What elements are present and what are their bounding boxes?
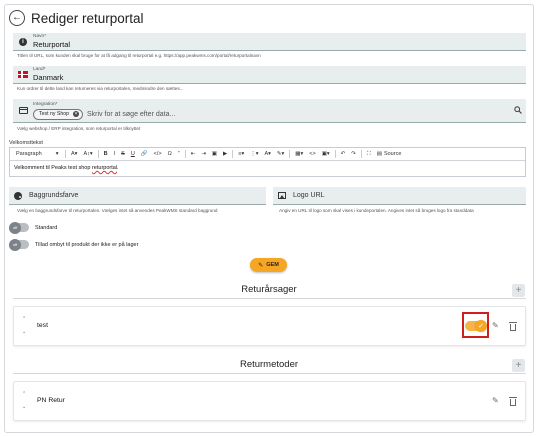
move-up-icon[interactable]: ⌃ xyxy=(22,391,26,397)
card-icon xyxy=(18,107,28,114)
return-reasons-title: Returårsager xyxy=(241,284,297,295)
table-icon[interactable]: ▦▾ xyxy=(292,151,306,157)
pencil-icon: ✎ xyxy=(258,262,264,269)
redo-icon[interactable]: ↷ xyxy=(348,151,359,157)
underline-icon[interactable]: U xyxy=(128,151,138,157)
name-field-value: Returportal xyxy=(33,40,71,49)
info-icon: i xyxy=(19,37,27,46)
logo-url-field[interactable]: Logo URL xyxy=(273,187,526,205)
editor-content[interactable]: Velkomment til Peaks test shop returport… xyxy=(10,161,525,175)
integration-field-hint: Vælg webshop / ERP integration, som retu… xyxy=(17,126,141,131)
toggle-standard[interactable]: off Standard xyxy=(9,221,58,234)
integration-chip[interactable]: Test ny Shop ✕ xyxy=(33,108,83,120)
plus-icon: + xyxy=(515,360,522,371)
country-field[interactable]: Land* Danmark xyxy=(13,66,526,84)
link-icon[interactable]: 🔗 xyxy=(138,151,151,157)
return-method-label: PN Retur xyxy=(37,397,65,404)
list-icon[interactable]: ⋮▾ xyxy=(247,151,261,157)
text-color-icon[interactable]: A▾ xyxy=(261,151,273,157)
return-methods-title: Returmetoder xyxy=(239,359,299,370)
palette-icon xyxy=(14,191,22,200)
check-icon: ✓ xyxy=(475,319,487,332)
indent-increase-icon[interactable]: ⇥ xyxy=(198,151,209,157)
denmark-flag-icon xyxy=(18,71,28,78)
media-insert-icon[interactable]: ▶ xyxy=(220,151,230,157)
quote-icon[interactable]: ” xyxy=(175,151,183,157)
chip-remove-icon[interactable]: ✕ xyxy=(73,111,79,117)
toggle-allow-swap[interactable]: off Tillad ombyt til produkt der ikke er… xyxy=(9,238,139,251)
divider xyxy=(13,373,526,374)
html-icon[interactable]: <> xyxy=(306,151,318,157)
undo-icon[interactable]: ↶ xyxy=(338,151,349,157)
toggle-standard-label: Standard xyxy=(35,224,58,231)
plus-icon: + xyxy=(515,285,522,296)
bold-icon[interactable]: B xyxy=(101,151,111,157)
standard-switch[interactable]: off xyxy=(9,221,29,234)
paragraph-select[interactable]: Paragraph ▾ xyxy=(13,151,63,157)
edit-icon[interactable]: ✎ xyxy=(492,396,499,405)
toggle-allow-swap-label: Tillad ombyt til produkt der ikke er på … xyxy=(35,241,139,248)
switch-off-icon: off xyxy=(9,238,21,251)
image-insert-icon[interactable]: ▣ xyxy=(209,151,220,157)
background-color-hint: Vælg en baggrundsfarve til returportalen… xyxy=(17,208,218,213)
strikethrough-icon[interactable]: S xyxy=(118,151,128,157)
omega-icon[interactable]: Ω xyxy=(165,151,175,157)
name-field-hint: Titlen til URL, som kunden skal bruge fo… xyxy=(17,53,261,58)
image-icon xyxy=(278,192,286,199)
embed-icon[interactable]: ▣▾ xyxy=(319,151,333,157)
background-color-label: Baggrundsfarve xyxy=(29,192,79,199)
active-switch[interactable]: ✓ xyxy=(465,319,487,332)
integration-field[interactable]: Integration* Test ny Shop ✕ Skriv for at… xyxy=(13,99,526,123)
align-icon[interactable]: ≡▾ xyxy=(235,151,247,157)
arrow-left-icon: ← xyxy=(12,12,22,23)
indent-decrease-icon[interactable]: ⇤ xyxy=(188,151,199,157)
move-down-icon[interactable]: ⌄ xyxy=(22,404,26,410)
font-family-icon[interactable]: A▾ xyxy=(68,151,80,157)
highlight-icon[interactable]: ✎▾ xyxy=(274,151,287,157)
save-button[interactable]: ✎ GEM xyxy=(250,258,287,272)
page-header: ← Rediger returportal xyxy=(9,9,144,27)
font-size-icon[interactable]: A↕▾ xyxy=(80,151,95,157)
trash-icon[interactable] xyxy=(509,322,517,331)
welcome-text-label: Velkomsttekst xyxy=(9,140,43,146)
move-up-icon[interactable]: ⌃ xyxy=(22,316,26,322)
back-button[interactable]: ← xyxy=(9,10,25,26)
return-reason-item: ⌃ ⌄ test ✎ xyxy=(13,306,526,346)
country-field-hint: Kun ordrer til dette land kan returneres… xyxy=(17,86,184,91)
page-title: Rediger returportal xyxy=(31,10,144,26)
return-method-item: ⌃ ⌄ PN Retur ✎ xyxy=(13,381,526,421)
integration-chip-label: Test ny Shop xyxy=(39,111,69,117)
fullscreen-icon[interactable]: ⛶ xyxy=(364,151,374,158)
logo-url-label: Logo URL xyxy=(293,192,325,199)
italic-icon[interactable]: I xyxy=(111,151,119,157)
switch-off-icon: off xyxy=(9,221,21,234)
allow-swap-switch[interactable]: off xyxy=(9,238,29,251)
logo-url-hint: Angiv en URL til logo som skal vises i k… xyxy=(279,208,474,213)
code-icon[interactable]: </> xyxy=(151,151,165,157)
name-field[interactable]: i Navn* Returportal xyxy=(13,33,526,51)
source-icon: ▤ xyxy=(376,151,382,157)
return-reason-label: test xyxy=(37,322,48,329)
search-icon[interactable] xyxy=(514,106,522,114)
country-field-value: Danmark xyxy=(33,73,64,82)
move-down-icon[interactable]: ⌄ xyxy=(22,329,26,335)
welcome-text-editor: Paragraph ▾ A▾ A↕▾ B I S U 🔗 </> Ω ” ⇤ ⇥ … xyxy=(9,147,526,177)
add-return-method-button[interactable]: + xyxy=(512,359,525,372)
trash-icon[interactable] xyxy=(509,397,517,406)
source-button[interactable]: ▤ Source xyxy=(374,151,405,157)
edit-icon[interactable]: ✎ xyxy=(492,321,499,330)
integration-field-label: Integration* xyxy=(33,101,58,107)
background-color-field[interactable]: Baggrundsfarve xyxy=(9,187,266,205)
divider xyxy=(13,298,526,299)
integration-search-input[interactable]: Skriv for at søge efter data... xyxy=(87,111,175,118)
add-return-reason-button[interactable]: + xyxy=(512,284,525,297)
editor-toolbar: Paragraph ▾ A▾ A↕▾ B I S U 🔗 </> Ω ” ⇤ ⇥ … xyxy=(10,148,525,161)
